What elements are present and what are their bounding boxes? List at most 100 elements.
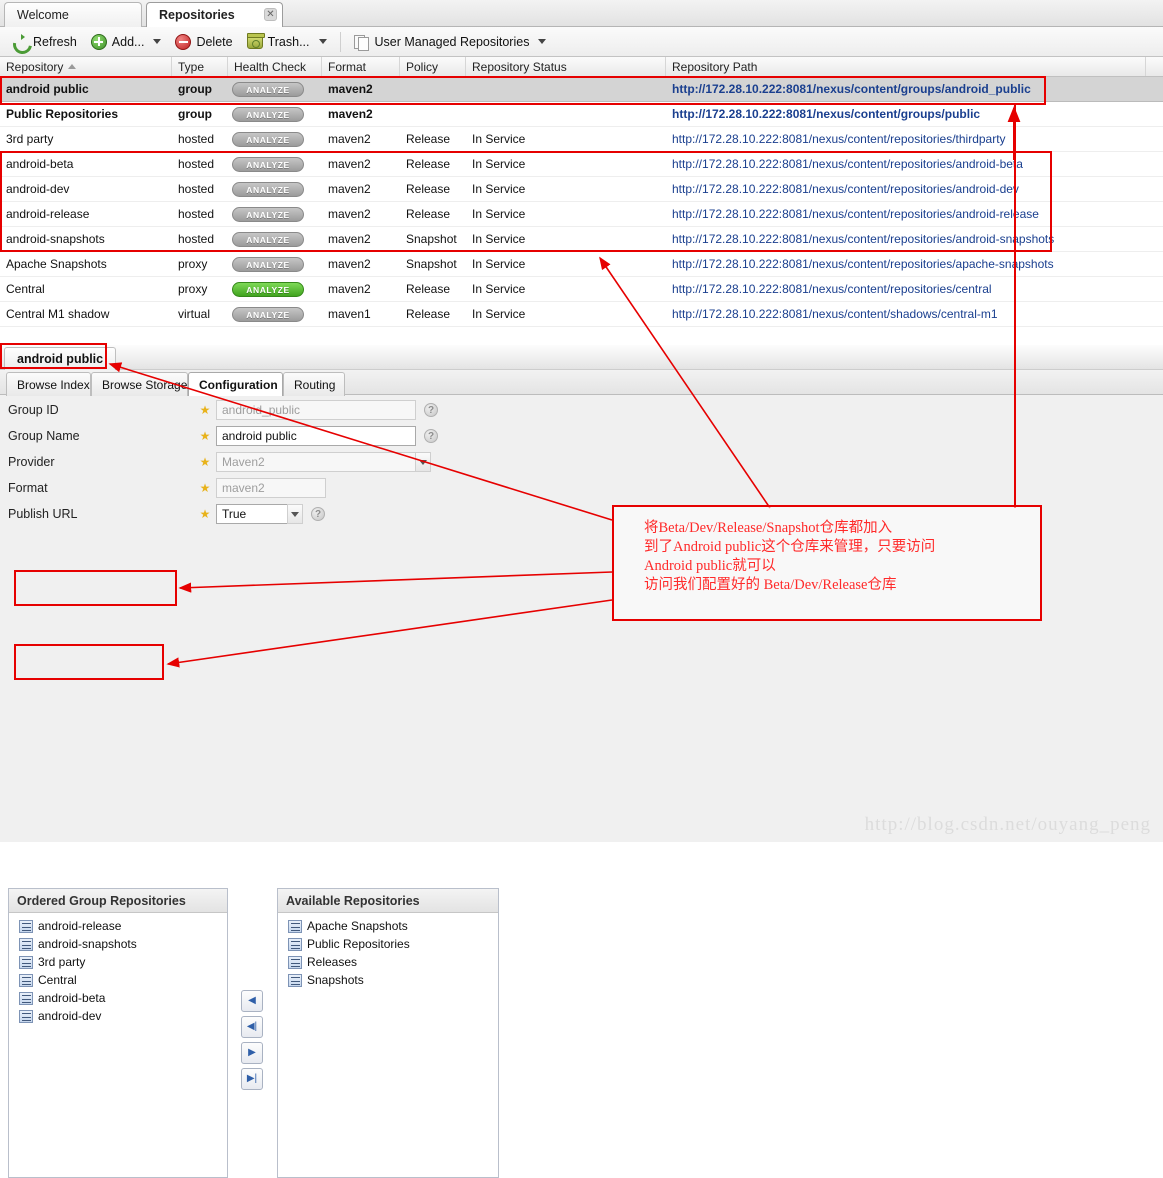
column-header-repository[interactable]: Repository	[0, 57, 172, 76]
list-item-label: android-dev	[38, 1009, 102, 1023]
field-input-provider[interactable]: Maven2	[216, 452, 416, 472]
cell-format: maven2	[328, 207, 371, 221]
cell-repository-status: In Service	[472, 132, 526, 146]
help-icon[interactable]: ?	[311, 507, 325, 521]
cell-repository-path[interactable]: http://172.28.10.222:8081/nexus/content/…	[666, 157, 1146, 171]
cell-repository-status: In Service	[472, 232, 526, 246]
analyze-button[interactable]: ANALYZE	[232, 281, 304, 297]
table-row[interactable]: android-dev hosted ANALYZE maven2 Release In …	[0, 177, 1163, 202]
tab-welcome[interactable]: Welcome	[4, 2, 142, 27]
table-row[interactable]: Public Repositories group ANALYZE maven2 htt…	[0, 102, 1163, 127]
field-input-group-name[interactable]: android public	[216, 426, 416, 446]
cell-repository-path[interactable]: http://172.28.10.222:8081/nexus/content/…	[666, 232, 1146, 246]
cell-repository-path[interactable]: http://172.28.10.222:8081/nexus/content/…	[666, 82, 1146, 96]
cell-format: maven2	[328, 132, 371, 146]
tab-configuration[interactable]: Configuration	[188, 372, 283, 396]
table-row[interactable]: android-snapshots hosted ANALYZE maven2 Snap…	[0, 227, 1163, 252]
chevron-down-icon[interactable]	[318, 39, 327, 44]
list-item[interactable]: android-dev	[19, 1007, 227, 1025]
tab-repositories[interactable]: Repositories ✕	[146, 2, 283, 27]
cell-repository-path[interactable]: http://172.28.10.222:8081/nexus/content/…	[666, 307, 1146, 321]
list-item[interactable]: Apache Snapshots	[288, 917, 498, 935]
trash-button[interactable]: Trash...	[241, 31, 333, 52]
cell-policy: Release	[406, 157, 451, 171]
analyze-button[interactable]: ANALYZE	[232, 306, 304, 322]
analyze-button[interactable]: ANALYZE	[232, 181, 304, 197]
list-item[interactable]: Central	[19, 971, 227, 989]
table-row[interactable]: android-beta hosted ANALYZE maven2 Release In…	[0, 152, 1163, 177]
analyze-button[interactable]: ANALYZE	[232, 156, 304, 172]
table-row[interactable]: 3rd party hosted ANALYZE maven2 Release In Se…	[0, 127, 1163, 152]
repository-filter-button[interactable]: User Managed Repositories	[348, 31, 553, 53]
grid-header-row: Repository Type Health Check Format Poli…	[0, 57, 1163, 77]
cell-repository-path[interactable]: http://172.28.10.222:8081/nexus/content/…	[666, 182, 1146, 196]
analyze-button[interactable]: ANALYZE	[232, 81, 304, 97]
available-repositories-list[interactable]: Apache Snapshots Public Repositories Relea…	[278, 913, 498, 989]
close-icon[interactable]: ✕	[264, 8, 277, 21]
column-header-health-check[interactable]: Health Check	[228, 57, 322, 76]
tab-routing[interactable]: Routing	[283, 372, 345, 396]
detail-title-bar: android public	[0, 345, 1163, 370]
analyze-button[interactable]: ANALYZE	[232, 256, 304, 272]
list-item[interactable]: android-beta	[19, 989, 227, 1007]
cell-repository-path[interactable]: http://172.28.10.222:8081/nexus/content/…	[666, 207, 1146, 221]
annotation-note-box: 将Beta/Dev/Release/Snapshot仓库都加入 到了Androi…	[612, 505, 1042, 621]
move-left-button[interactable]: ◀	[241, 990, 263, 1012]
cell-format: maven2	[328, 232, 371, 246]
list-item[interactable]: Releases	[288, 953, 498, 971]
list-item[interactable]: android-snapshots	[19, 935, 227, 953]
table-row[interactable]: android public group ANALYZE maven2 http://1…	[0, 77, 1163, 102]
cell-policy: Snapshot	[406, 257, 457, 271]
list-item[interactable]: Snapshots	[288, 971, 498, 989]
tab-browse-storage-label: Browse Storage	[102, 377, 188, 392]
column-header-format[interactable]: Format	[322, 57, 400, 76]
form-row: Group ID ★ android_public?	[0, 397, 1163, 423]
ordered-group-repositories-list[interactable]: android-release android-snapshots 3rd part…	[9, 913, 227, 1025]
cell-repository: Central M1 shadow	[6, 307, 110, 321]
table-row[interactable]: Central M1 shadow virtual ANALYZE maven1 Rel…	[0, 302, 1163, 327]
repository-icon	[19, 937, 33, 951]
column-header-type[interactable]: Type	[172, 57, 228, 76]
table-row[interactable]: Central proxy ANALYZE maven2 Release In Servi…	[0, 277, 1163, 302]
cell-repository-path[interactable]: http://172.28.10.222:8081/nexus/content/…	[666, 257, 1146, 271]
column-header-repository-status[interactable]: Repository Status	[466, 57, 666, 76]
chevron-down-icon[interactable]	[538, 39, 547, 44]
cell-repository: 3rd party	[6, 132, 54, 146]
cell-repository-path[interactable]: http://172.28.10.222:8081/nexus/content/…	[666, 282, 1146, 296]
add-button[interactable]: Add...	[85, 31, 168, 53]
column-header-repository-path[interactable]: Repository Path	[666, 57, 1146, 76]
cell-type: hosted	[178, 182, 215, 196]
chevron-down-icon[interactable]	[153, 39, 162, 44]
cell-repository-path[interactable]: http://172.28.10.222:8081/nexus/content/…	[666, 132, 1146, 146]
window-tab-strip: Welcome Repositories ✕	[0, 0, 1163, 27]
repository-filter-label: User Managed Repositories	[374, 34, 530, 49]
field-input-publish-url[interactable]: True	[216, 504, 288, 524]
list-item[interactable]: android-release	[19, 917, 227, 935]
field-input-group-id[interactable]: android_public	[216, 400, 416, 420]
delete-button[interactable]: Delete	[169, 31, 238, 53]
chevron-down-icon[interactable]	[415, 452, 431, 472]
analyze-button[interactable]: ANALYZE	[232, 231, 304, 247]
tab-browse-index[interactable]: Browse Index	[6, 372, 91, 396]
analyze-button[interactable]: ANALYZE	[232, 206, 304, 222]
move-right-button[interactable]: ▶	[241, 1042, 263, 1064]
form-row: Group Name ★ android public?	[0, 423, 1163, 449]
analyze-button[interactable]: ANALYZE	[232, 131, 304, 147]
list-item[interactable]: Public Repositories	[288, 935, 498, 953]
refresh-button[interactable]: Refresh	[6, 31, 83, 53]
help-icon[interactable]: ?	[424, 403, 438, 417]
column-header-policy[interactable]: Policy	[400, 57, 466, 76]
table-row[interactable]: android-release hosted ANALYZE maven2 Releas…	[0, 202, 1163, 227]
chevron-down-icon[interactable]	[287, 504, 303, 524]
tab-browse-storage[interactable]: Browse Storage	[91, 372, 188, 396]
cell-repository-path[interactable]: http://172.28.10.222:8081/nexus/content/…	[666, 107, 1146, 121]
table-row[interactable]: Apache Snapshots proxy ANALYZE maven2 Snapsh…	[0, 252, 1163, 277]
field-input-format[interactable]: maven2	[216, 478, 326, 498]
list-item[interactable]: 3rd party	[19, 953, 227, 971]
note-line-3: Android public就可以	[644, 558, 776, 574]
move-all-left-button[interactable]: ◀|	[241, 1016, 263, 1038]
analyze-button[interactable]: ANALYZE	[232, 106, 304, 122]
help-icon[interactable]: ?	[424, 429, 438, 443]
move-all-right-button[interactable]: ▶|	[241, 1068, 263, 1090]
list-item-label: 3rd party	[38, 955, 86, 969]
